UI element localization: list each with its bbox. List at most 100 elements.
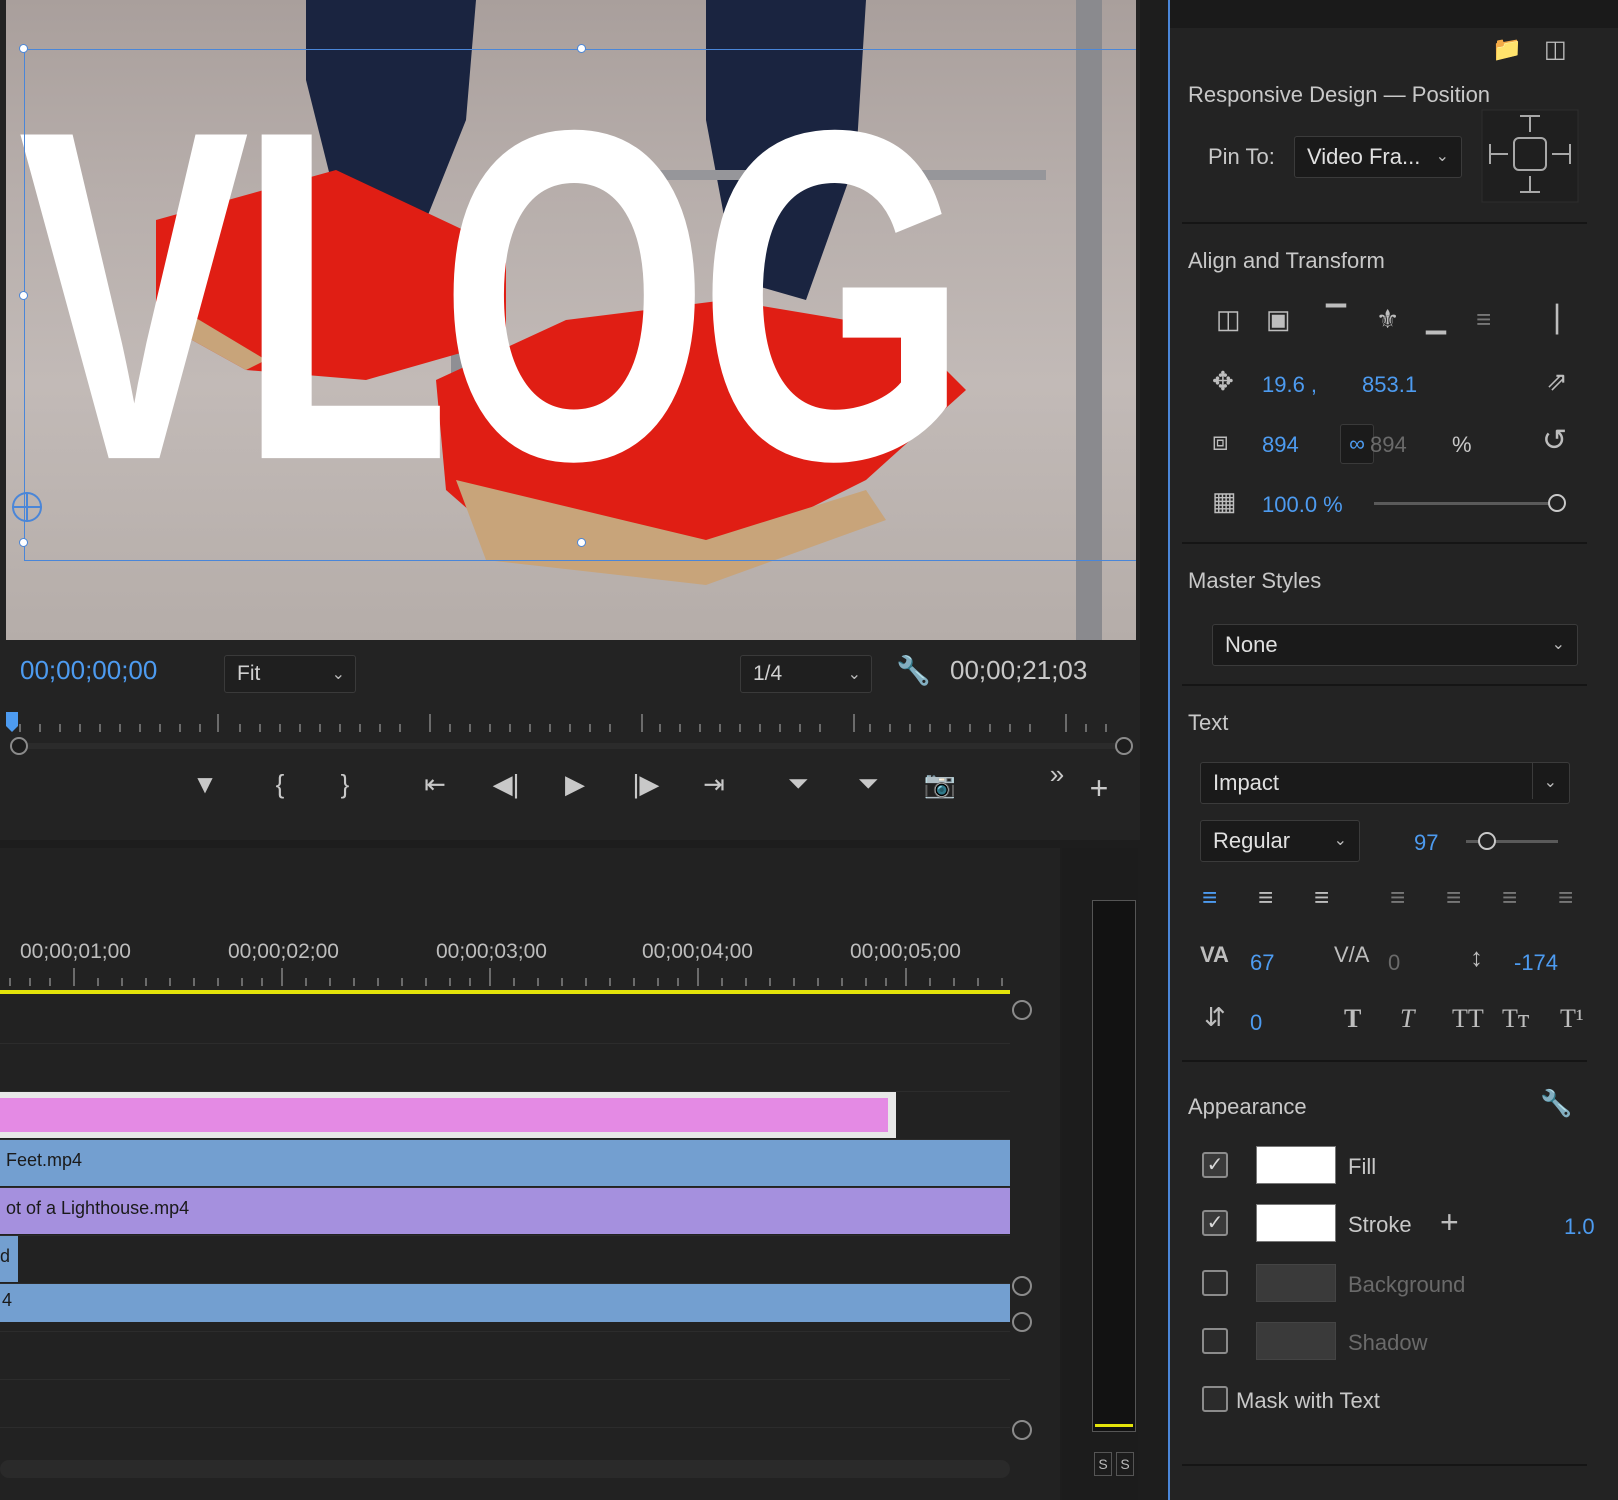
anchor-point-icon[interactable]	[12, 492, 42, 522]
resolution-select[interactable]: 1/4 ⌄	[740, 655, 872, 693]
align-horizontal-center-icon[interactable]: ▣	[1266, 306, 1291, 332]
resize-handle-bottom[interactable]	[577, 538, 586, 547]
faux-italic-icon[interactable]: T	[1400, 1006, 1414, 1032]
resize-handle-left[interactable]	[19, 291, 28, 300]
position-x[interactable]: 19.6 ,	[1262, 372, 1317, 398]
align-middle-icon[interactable]: ⚜	[1376, 306, 1399, 332]
opacity-slider-knob[interactable]	[1548, 494, 1566, 512]
go-to-out-button[interactable]: ⇥	[694, 762, 734, 806]
background-checkbox[interactable]	[1202, 1270, 1228, 1296]
baseline-value[interactable]: 0	[1250, 1010, 1262, 1036]
track-scroll-handle[interactable]	[1012, 1312, 1032, 1332]
timeline-ruler-ticks[interactable]	[0, 966, 1010, 988]
track-scroll-handle[interactable]	[1012, 1420, 1032, 1440]
align-text-left-icon[interactable]: ≡	[1202, 884, 1217, 910]
track-row[interactable]: 4	[0, 1284, 1010, 1332]
justify-last-left-icon[interactable]: ≡	[1390, 884, 1405, 910]
track-row[interactable]: d	[0, 1236, 1010, 1284]
justify-last-center-icon[interactable]: ≡	[1446, 884, 1461, 910]
video-clip[interactable]: ot of a Lighthouse.mp4	[0, 1188, 1010, 1234]
link-scale-icon[interactable]: ∞	[1340, 424, 1374, 464]
button-editor-button[interactable]: +	[1084, 766, 1114, 810]
step-back-button[interactable]: ◀|	[486, 762, 526, 806]
folder-icon[interactable]: 📁	[1492, 38, 1522, 62]
timeline-horizontal-scrollbar[interactable]	[0, 1460, 1010, 1478]
mark-in-button[interactable]: {	[265, 762, 295, 806]
go-to-in-button[interactable]: ⇤	[415, 762, 455, 806]
align-text-right-icon[interactable]: ≡	[1314, 884, 1329, 910]
solo-left-button[interactable]: S	[1094, 1452, 1112, 1476]
track-row[interactable]	[0, 1092, 1010, 1140]
selection-box[interactable]	[24, 49, 1136, 561]
zoom-scrollbar[interactable]	[18, 743, 1124, 749]
track-scroll-handle[interactable]	[1012, 1276, 1032, 1296]
shadow-color-swatch[interactable]	[1256, 1322, 1336, 1360]
scale-width[interactable]: 894	[1262, 432, 1299, 458]
fill-color-swatch[interactable]	[1256, 1146, 1336, 1184]
export-frame-button[interactable]: 📷	[920, 762, 960, 806]
wrench-icon[interactable]: 🔧	[896, 654, 931, 687]
pin-edges-icon[interactable]	[1480, 108, 1580, 204]
track-row-empty[interactable]	[0, 1332, 1010, 1380]
master-styles-select[interactable]: None ⌄	[1212, 624, 1578, 666]
align-top-icon[interactable]: ▔	[1326, 306, 1346, 332]
distribute-vertical-icon[interactable]: ≡	[1476, 306, 1491, 332]
zoom-scroll-handle-right[interactable]	[1115, 737, 1133, 755]
graphic-clip[interactable]	[0, 1092, 896, 1138]
reset-rotation-icon[interactable]: ↺	[1542, 426, 1567, 456]
extract-button[interactable]: ⏷	[846, 762, 890, 806]
opacity-value[interactable]: 100.0 %	[1262, 492, 1343, 518]
resize-handle-top-left[interactable]	[19, 44, 28, 53]
all-caps-icon[interactable]: TT	[1452, 1006, 1484, 1032]
font-size-slider-knob[interactable]	[1478, 832, 1496, 850]
pin-to-select[interactable]: Video Fra... ⌄	[1294, 136, 1462, 178]
font-style-select[interactable]: Regular ⌄	[1200, 820, 1360, 862]
align-vertical-center-icon[interactable]: ◫	[1216, 306, 1241, 332]
monitor-time-ruler[interactable]	[0, 712, 1140, 734]
track-row-empty[interactable]	[0, 1044, 1010, 1092]
kerning-value[interactable]: 67	[1250, 950, 1274, 976]
video-clip[interactable]: 4	[0, 1284, 1010, 1322]
current-timecode[interactable]: 00;00;00;00	[20, 655, 157, 686]
position-y[interactable]: 853.1	[1362, 372, 1417, 398]
new-layer-icon[interactable]: ◫	[1544, 38, 1567, 62]
mask-with-text-checkbox[interactable]	[1202, 1386, 1228, 1412]
track-row[interactable]: Feet.mp4	[0, 1140, 1010, 1188]
fill-checkbox[interactable]: ✓	[1202, 1152, 1228, 1178]
justify-all-icon[interactable]: ≡	[1558, 884, 1573, 910]
tracking-value[interactable]: 0	[1388, 950, 1400, 976]
align-left-icon[interactable]: ▏	[1556, 306, 1576, 332]
stroke-checkbox[interactable]: ✓	[1202, 1210, 1228, 1236]
justify-last-right-icon[interactable]: ≡	[1502, 884, 1517, 910]
anchor-icon[interactable]: ⇗	[1546, 368, 1568, 394]
resize-handle-bottom-left[interactable]	[19, 538, 28, 547]
add-marker-button[interactable]: ▼	[190, 762, 220, 806]
more-controls-button[interactable]: »	[1042, 752, 1072, 796]
track-row[interactable]: ot of a Lighthouse.mp4	[0, 1188, 1010, 1236]
video-clip[interactable]: Feet.mp4	[0, 1140, 1010, 1186]
track-row-empty[interactable]	[0, 996, 1010, 1044]
leading-value[interactable]: -174	[1514, 950, 1558, 976]
step-forward-button[interactable]: |▶	[626, 762, 666, 806]
lift-button[interactable]: ⏷	[776, 762, 820, 806]
playhead[interactable]	[6, 712, 18, 732]
resize-handle-top[interactable]	[577, 44, 586, 53]
track-row-empty[interactable]	[0, 1380, 1010, 1428]
background-color-swatch[interactable]	[1256, 1264, 1336, 1302]
solo-right-button[interactable]: S	[1116, 1452, 1134, 1476]
stroke-color-swatch[interactable]	[1256, 1204, 1336, 1242]
small-caps-icon[interactable]: Tᴛ	[1502, 1006, 1529, 1032]
faux-bold-icon[interactable]: T	[1344, 1006, 1361, 1032]
work-area-bar[interactable]	[0, 990, 1010, 994]
font-size-value[interactable]: 97	[1414, 830, 1438, 856]
add-stroke-icon[interactable]: +	[1440, 1206, 1459, 1238]
video-frame[interactable]: VLOG	[6, 0, 1136, 640]
play-button[interactable]: ▶	[555, 762, 595, 806]
superscript-icon[interactable]: T¹	[1560, 1006, 1584, 1032]
font-family-select[interactable]: Impact ⌄	[1200, 762, 1570, 804]
video-clip[interactable]: d	[0, 1236, 18, 1282]
track-scroll-handle[interactable]	[1012, 1000, 1032, 1020]
zoom-scroll-handle-left[interactable]	[10, 737, 28, 755]
align-text-center-icon[interactable]: ≡	[1258, 884, 1273, 910]
wrench-icon[interactable]: 🔧	[1540, 1090, 1572, 1116]
